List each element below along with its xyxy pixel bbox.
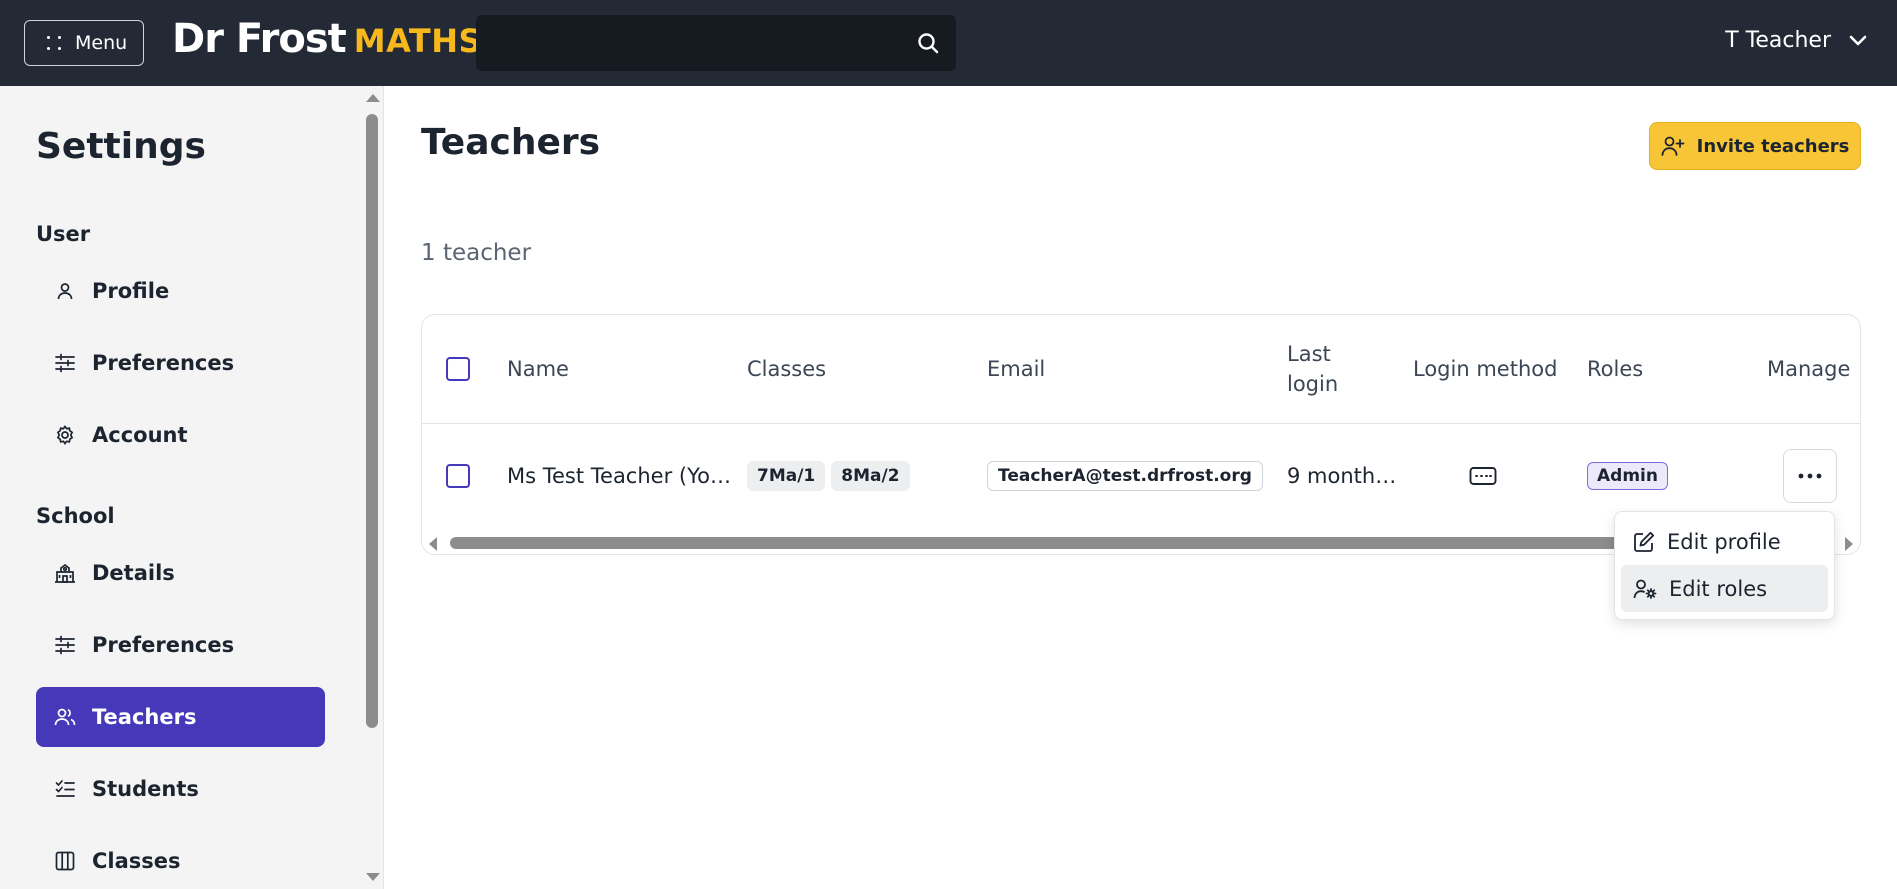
logo-subtext: MATHS [353, 22, 483, 60]
sidebar-item-classes[interactable]: Classes [36, 831, 325, 889]
teacher-count: 1 teacher [421, 240, 532, 266]
edit-icon [1634, 531, 1655, 552]
settings-sidebar: Settings User Profile Preferences Accoun… [0, 86, 384, 889]
keyboard-icon [1469, 467, 1497, 485]
scroll-right-arrow-icon[interactable] [1845, 537, 1853, 551]
sidebar-item-details[interactable]: Details [36, 543, 325, 603]
menu-item-label: Edit roles [1669, 576, 1768, 601]
invite-teachers-label: Invite teachers [1696, 135, 1850, 157]
menu-label: Menu [75, 32, 128, 54]
sidebar-section-user: User [36, 222, 91, 246]
menu-item-label: Edit profile [1667, 529, 1781, 554]
scroll-down-arrow-icon[interactable] [366, 873, 380, 881]
page-title: Teachers [421, 122, 601, 163]
last-login: 9 month… [1287, 464, 1397, 488]
sidebar-item-label: Students [92, 777, 199, 801]
search-input[interactable] [476, 15, 956, 71]
sidebar-item-label: Classes [92, 849, 181, 873]
class-tag: 7Ma/1 [747, 461, 826, 491]
sidebar-item-account[interactable]: Account [36, 405, 325, 465]
login-method-cell [1469, 423, 1497, 529]
sidebar-item-label: Preferences [92, 351, 235, 375]
invite-teachers-button[interactable]: Invite teachers [1649, 122, 1861, 170]
user-settings-icon [1633, 579, 1657, 599]
people-icon [54, 706, 76, 728]
role-badge: Admin [1587, 462, 1668, 490]
column-header-classes: Classes [747, 357, 827, 381]
sidebar-item-label: Profile [92, 279, 170, 303]
sidebar-item-teachers[interactable]: Teachers [36, 687, 325, 747]
select-all-checkbox[interactable] [446, 357, 470, 381]
more-horizontal-icon [1798, 473, 1822, 479]
columns-icon [54, 850, 76, 872]
checklist-icon [54, 778, 76, 800]
person-icon [54, 280, 76, 302]
sliders-icon [54, 634, 76, 656]
class-tag: 8Ma/2 [831, 461, 910, 491]
gear-icon [54, 424, 76, 446]
sidebar-title: Settings [36, 126, 206, 167]
top-bar: Menu Dr Frost MATHS T Teacher [0, 0, 1897, 86]
chevron-down-icon [1849, 35, 1867, 45]
sidebar-item-label: Account [92, 423, 188, 447]
sidebar-item-profile[interactable]: Profile [36, 261, 325, 321]
menu-item-edit-profile[interactable]: Edit profile [1621, 518, 1828, 565]
menu-button[interactable]: Menu [24, 20, 144, 66]
teacher-name: Ms Test Teacher (Yo… [507, 464, 731, 488]
sidebar-item-school-preferences[interactable]: Preferences [36, 615, 325, 675]
user-plus-icon [1661, 136, 1685, 156]
classes-cell: 7Ma/1 8Ma/2 [747, 423, 916, 529]
sidebar-item-label: Teachers [92, 705, 197, 729]
sidebar-item-label: Details [92, 561, 175, 585]
school-building-icon [54, 562, 76, 584]
sidebar-item-students[interactable]: Students [36, 759, 325, 819]
column-header-manage: Manage [1767, 357, 1851, 381]
user-name: T Teacher [1725, 28, 1831, 53]
column-header-roles: Roles [1587, 357, 1644, 381]
select-all-cell [446, 315, 470, 423]
row-select-cell [446, 423, 470, 529]
manage-more-button[interactable] [1783, 449, 1837, 503]
user-menu[interactable]: T Teacher [1725, 28, 1867, 53]
logo[interactable]: Dr Frost MATHS [172, 16, 482, 66]
email-cell: TeacherA@test.drfrost.org [987, 423, 1263, 529]
sliders-icon [54, 352, 76, 374]
email-tag: TeacherA@test.drfrost.org [987, 461, 1263, 491]
scroll-up-arrow-icon[interactable] [366, 94, 380, 102]
logo-text: Dr Frost [172, 16, 347, 62]
column-header-login-method: Login method [1413, 357, 1558, 381]
sidebar-item-label: Preferences [92, 633, 235, 657]
search-icon[interactable] [916, 31, 940, 55]
sidebar-section-school: School [36, 504, 115, 528]
sidebar-scrollbar[interactable] [364, 86, 383, 889]
row-checkbox[interactable] [446, 464, 470, 488]
menu-dots-icon [45, 34, 63, 52]
scroll-left-arrow-icon[interactable] [429, 537, 437, 551]
column-header-email[interactable]: Email [987, 315, 1045, 423]
column-header-name[interactable]: Name [507, 315, 569, 423]
sidebar-item-user-preferences[interactable]: Preferences [36, 333, 325, 393]
manage-dropdown-menu: Edit profile Edit roles [1614, 511, 1835, 620]
menu-item-edit-roles[interactable]: Edit roles [1621, 565, 1828, 612]
scrollbar-thumb[interactable] [450, 537, 1660, 549]
column-header-last-login[interactable]: Last login [1287, 315, 1359, 423]
scrollbar-thumb[interactable] [366, 114, 378, 728]
